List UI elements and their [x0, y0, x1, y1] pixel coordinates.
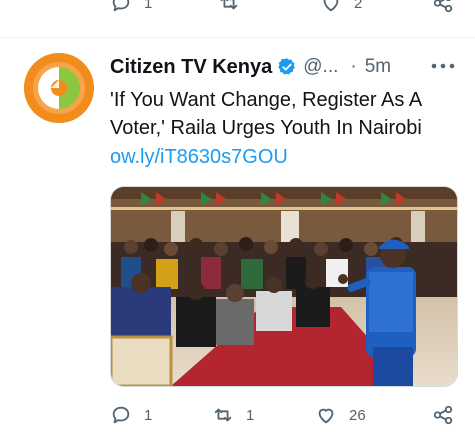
- retweet-count: 1: [246, 406, 255, 424]
- like-count: 26: [349, 406, 366, 424]
- heart-icon: [323, 0, 339, 12]
- share-icon: [433, 405, 453, 425]
- retweet-button[interactable]: 1: [212, 404, 254, 426]
- time-separator: ·: [350, 56, 357, 77]
- previous-tweet-actions: 1 2: [0, 0, 475, 30]
- tweet-actions: 1 1 26: [0, 400, 475, 432]
- more-options-icon[interactable]: [428, 56, 458, 76]
- like-button[interactable]: 26: [315, 404, 366, 426]
- reply-button[interactable]: 1: [110, 404, 152, 426]
- author-name[interactable]: Citizen TV Kenya: [110, 56, 272, 79]
- prev-like-count: 2: [354, 0, 363, 12]
- prev-like-button[interactable]: 2: [320, 0, 362, 14]
- tweet-header: Citizen TV Kenya @... · 5m: [110, 54, 391, 80]
- reply-count: 1: [144, 406, 153, 424]
- tweet-divider: [0, 37, 475, 38]
- tweet-photo[interactable]: [110, 186, 458, 387]
- crowd-photo-image: [111, 187, 457, 386]
- citizen-tv-logo-icon: [24, 53, 94, 123]
- reply-icon: [112, 0, 130, 12]
- prev-reply-button[interactable]: 1: [110, 0, 152, 14]
- author-handle[interactable]: @...: [303, 56, 338, 78]
- share-icon: [433, 0, 453, 13]
- prev-retweet-button[interactable]: [218, 0, 240, 14]
- prev-share-button[interactable]: [432, 0, 454, 14]
- tweet-link[interactable]: ow.ly/iT8630s7GOU: [110, 143, 288, 171]
- retweet-icon: [220, 0, 238, 10]
- reply-icon: [112, 406, 130, 424]
- retweet-icon: [214, 408, 232, 422]
- tweet-timestamp[interactable]: 5m: [365, 56, 391, 78]
- prev-reply-count: 1: [144, 0, 153, 12]
- share-button[interactable]: [432, 404, 454, 426]
- tweet-text: 'If You Want Change, Register As A Voter…: [110, 89, 422, 139]
- verified-badge-icon: [278, 58, 296, 75]
- author-avatar[interactable]: [24, 53, 94, 123]
- heart-icon: [318, 408, 334, 424]
